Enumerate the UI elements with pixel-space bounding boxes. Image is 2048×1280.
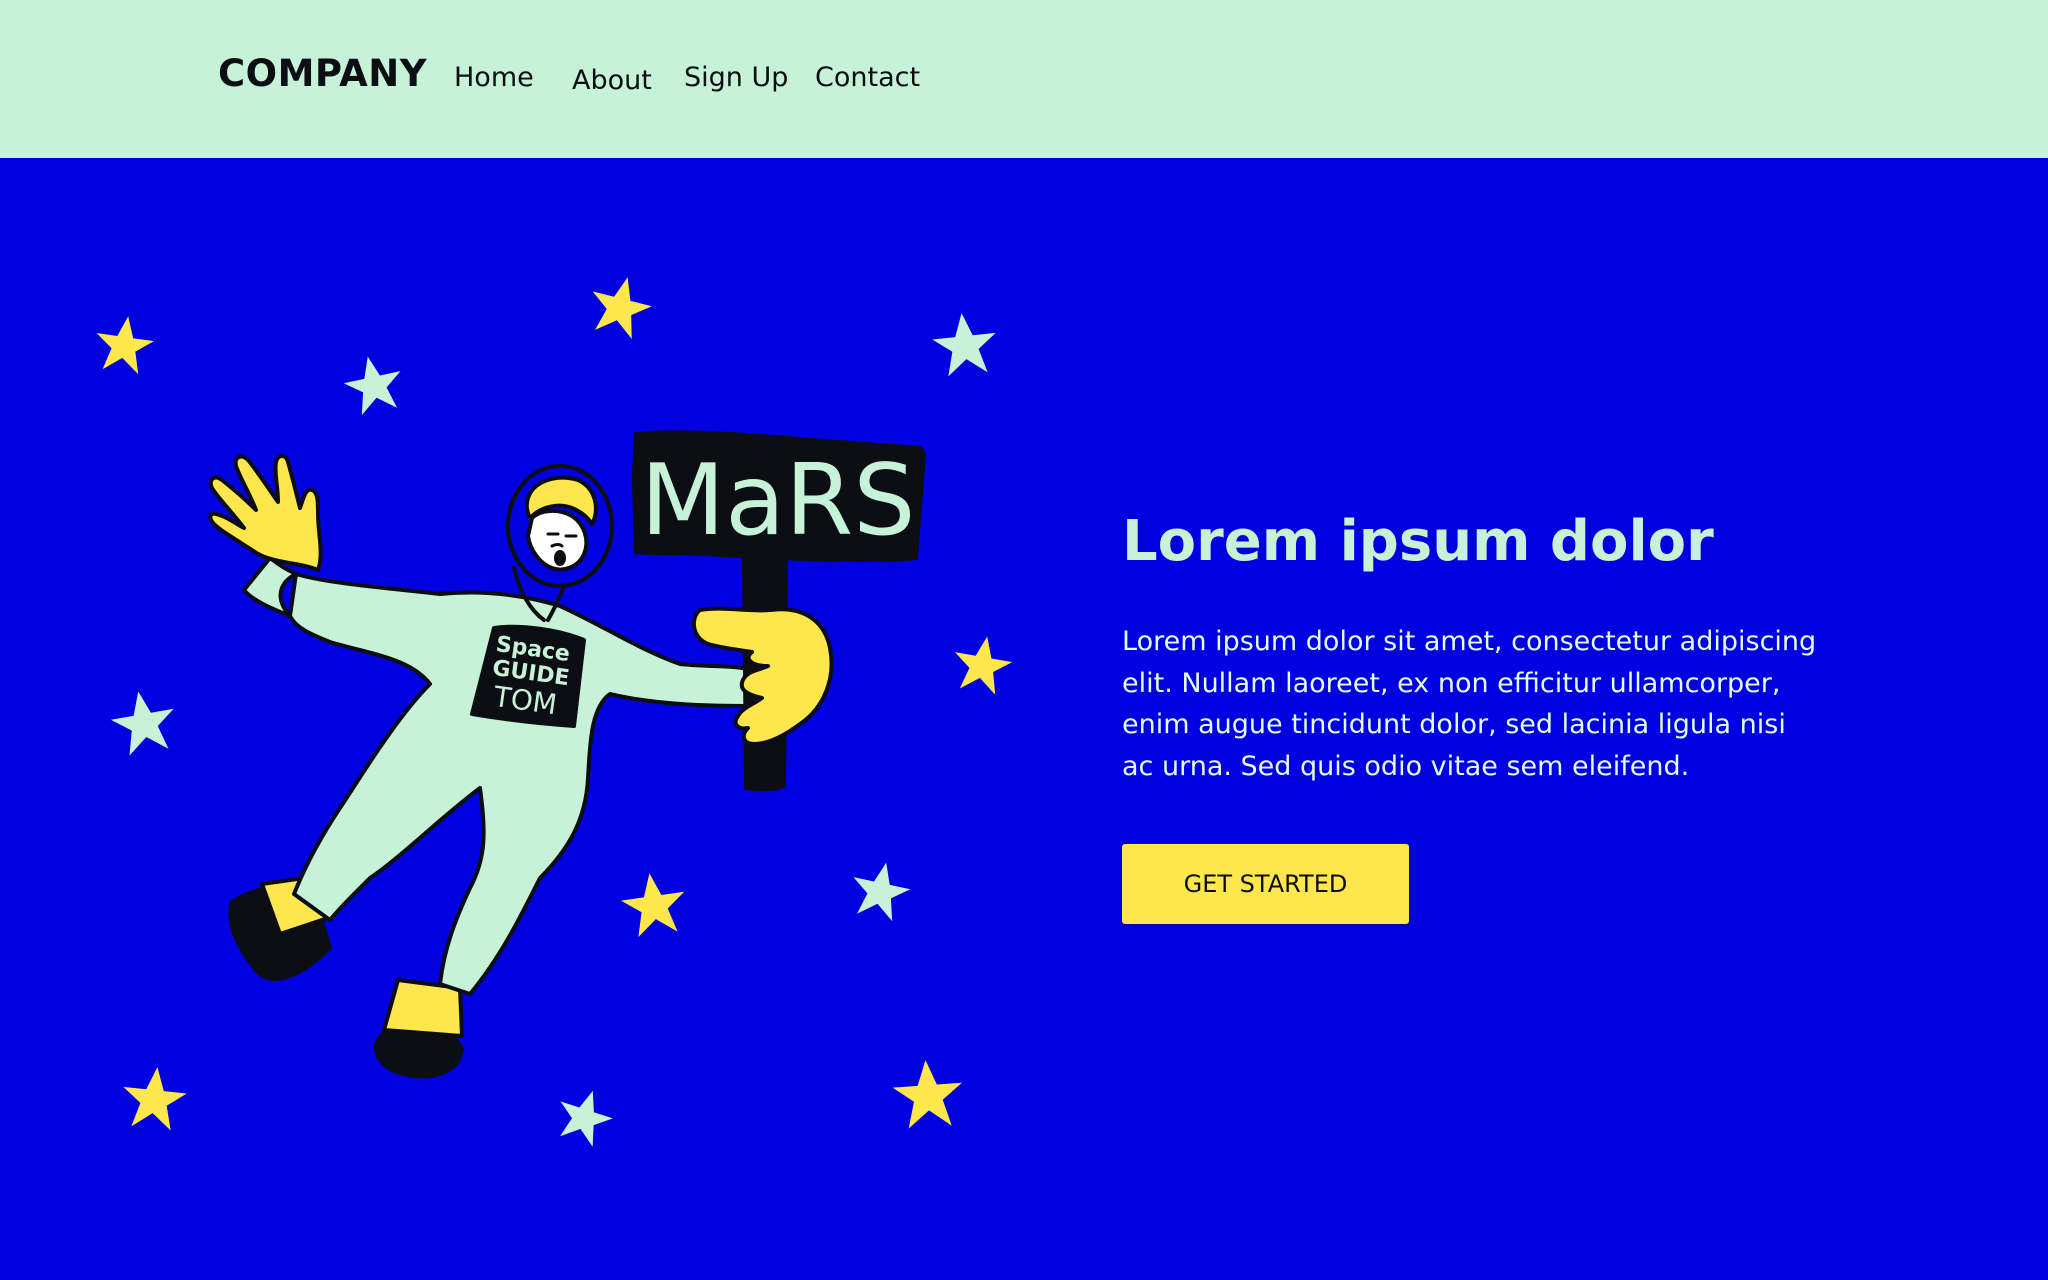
star-icon [929, 309, 1000, 378]
company-logo[interactable]: COMPANY [218, 52, 427, 95]
star-icon [948, 631, 1016, 697]
nav-link-sign-up[interactable]: Sign Up [684, 62, 788, 93]
star-icon [583, 270, 658, 342]
nav-link-about[interactable]: About [572, 65, 652, 96]
hero-title: Lorem ipsum dolor [1122, 509, 1714, 574]
star-icon [339, 350, 408, 418]
astronaut-illustration: MaRS Space GUIDE TOM [91, 270, 1016, 1151]
star-icon [550, 1082, 620, 1151]
nav-link-home[interactable]: Home [454, 62, 534, 93]
top-navigation-bar: COMPANY Home About Sign Up Contact [0, 0, 2048, 158]
star-icon [890, 1057, 965, 1130]
star-icon [119, 1063, 190, 1132]
nav-link-contact[interactable]: Contact [815, 62, 920, 93]
star-icon [617, 868, 690, 939]
sign-text: MaRS [641, 444, 916, 558]
hero-description: Lorem ipsum dolor sit amet, consectetur … [1122, 626, 1817, 782]
get-started-button[interactable]: GET STARTED [1122, 844, 1409, 924]
star-icon [846, 856, 915, 924]
hero-section: MaRS Space GUIDE TOM Lorem ipsum dolor L… [0, 158, 2048, 1280]
star-icon [91, 312, 157, 376]
star-icon [106, 685, 181, 758]
astronaut-icon: MaRS [208, 430, 926, 1079]
